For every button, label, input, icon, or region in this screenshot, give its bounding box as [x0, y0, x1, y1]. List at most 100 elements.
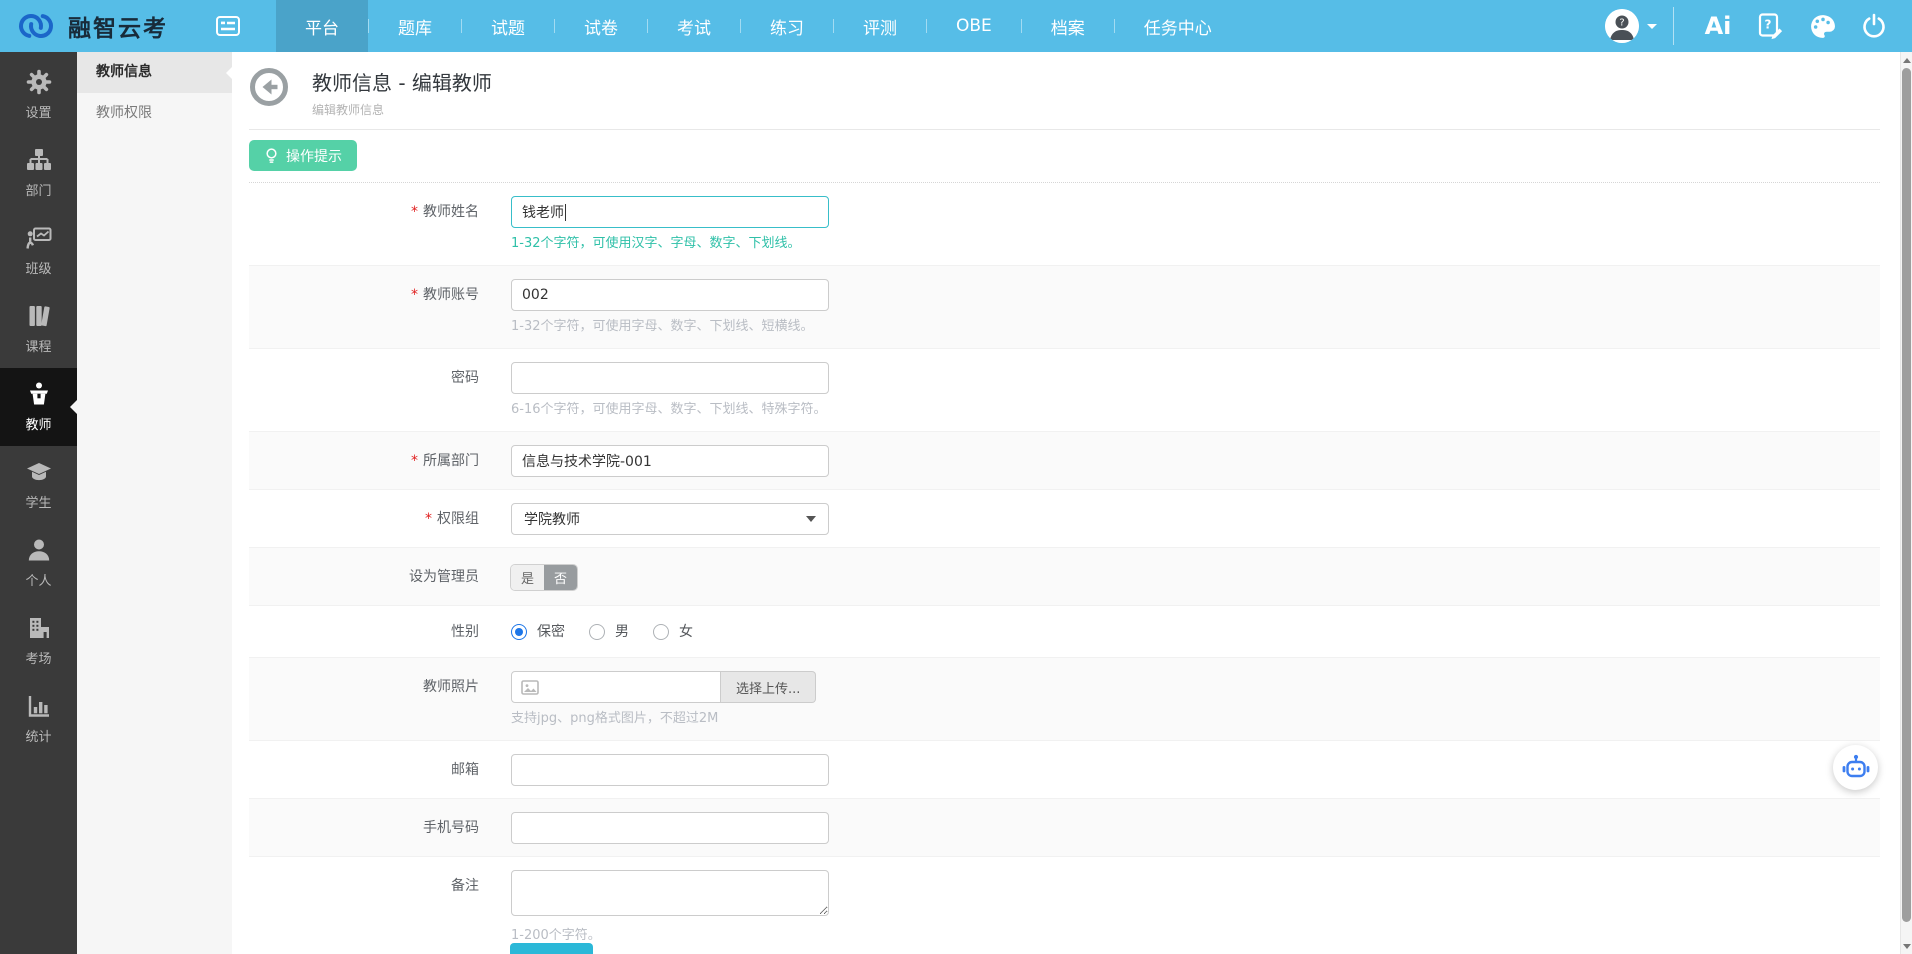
person-icon [26, 537, 52, 563]
gender-radio-secret[interactable] [511, 624, 527, 640]
field-helper-text: 1-32个字符，可使用汉字、字母、数字、下划线。 [511, 235, 829, 253]
field-label: *教师账号 [249, 279, 479, 336]
chevron-down-icon [1647, 24, 1657, 34]
secondary-sidebar: 教师信息 教师权限 [77, 52, 232, 954]
page-header: 教师信息 - 编辑教师 编辑教师信息 [232, 52, 1900, 118]
page-scrollbar[interactable] [1900, 52, 1912, 954]
sidebar-item-students[interactable]: 学生 [0, 446, 77, 524]
gear-icon [26, 69, 52, 95]
ai-robot-fab[interactable] [1833, 745, 1878, 790]
presentation-icon [26, 225, 52, 251]
form-row-account: *教师账号 1-32个字符，可使用字母、数字、下划线、短横线。 [249, 266, 1880, 349]
permission-group-select[interactable]: 学院教师 [511, 503, 829, 535]
menu-item-exams[interactable]: 考试 [648, 0, 740, 52]
sidebar-item-courses[interactable]: 课程 [0, 290, 77, 368]
form-row-teacher-name: *教师姓名 钱老师 1-32个字符，可使用汉字、字母、数字、下划线。 [249, 183, 1880, 266]
form-row-password: 密码 6-16个字符，可使用字母、数字、下划线、特殊字符。 [249, 349, 1880, 432]
sidebar-item-label: 部门 [25, 180, 51, 199]
graduation-cap-icon [26, 459, 52, 485]
sidebar-item-teachers[interactable]: 教师 [0, 368, 77, 446]
menu-item-platform[interactable]: 平台 [276, 0, 368, 52]
gender-radio-male[interactable] [589, 624, 605, 640]
main-content: 教师信息 - 编辑教师 编辑教师信息 操作提示 *教师姓名 [232, 52, 1900, 954]
sidebar-item-personal[interactable]: 个人 [0, 524, 77, 602]
logout-power-icon[interactable] [1848, 13, 1900, 39]
form-row-photo: 教师照片 选择上传... 支持jpg、png格式图片，不超过2M [249, 658, 1880, 741]
scrollbar-thumb[interactable] [1902, 68, 1911, 922]
menu-item-task-center[interactable]: 任务中心 [1115, 0, 1241, 52]
menu-item-question-bank[interactable]: 题库 [369, 0, 461, 52]
remark-textarea[interactable] [511, 870, 829, 916]
menu-item-practice[interactable]: 练习 [741, 0, 833, 52]
teacher-edit-form: *教师姓名 钱老师 1-32个字符，可使用汉字、字母、数字、下划线。 *教师账号… [249, 182, 1880, 954]
gender-option-label[interactable]: 女 [679, 619, 693, 645]
teacher-name-input[interactable]: 钱老师 [511, 196, 829, 228]
text-cursor [565, 204, 566, 221]
menu-item-papers[interactable]: 试卷 [555, 0, 647, 52]
choose-upload-button[interactable]: 选择上传... [721, 671, 816, 703]
menu-item-questions[interactable]: 试题 [462, 0, 554, 52]
collapse-menu-icon[interactable] [216, 16, 240, 36]
sidebar-item-departments[interactable]: 部门 [0, 134, 77, 212]
sidebar-item-classes[interactable]: 班级 [0, 212, 77, 290]
account-input[interactable] [511, 279, 829, 311]
form-row-admin-toggle: 设为管理员 是 否 [249, 548, 1880, 606]
photo-filename-field[interactable] [511, 671, 721, 703]
field-label: 手机号码 [249, 812, 479, 844]
department-input[interactable] [511, 445, 829, 477]
field-helper-text: 1-32个字符，可使用字母、数字、下划线、短横线。 [511, 318, 829, 336]
lightbulb-icon [264, 147, 279, 165]
sidebar-item-label: 学生 [25, 492, 51, 511]
sidebar-item-label: 个人 [25, 570, 51, 589]
theme-palette-icon[interactable] [1796, 13, 1848, 40]
sidebar-item-label: 考场 [25, 648, 51, 667]
form-row-department: *所属部门 [249, 432, 1880, 490]
sitemap-icon [26, 147, 52, 173]
sidebar-item-exam-rooms[interactable]: 考场 [0, 602, 77, 680]
books-icon [26, 303, 52, 329]
sidebar-item-label: 设置 [25, 102, 51, 121]
help-doc-icon[interactable]: ? [1744, 13, 1796, 40]
top-navbar: 融智云考 平台 题库 试题 试卷 考试 练习 评测 OBE [0, 0, 1912, 52]
sidebar-item-statistics[interactable]: 统计 [0, 680, 77, 758]
password-input[interactable] [511, 362, 829, 394]
menu-item-assessment[interactable]: 评测 [834, 0, 926, 52]
page-subtitle: 编辑教师信息 [312, 101, 492, 118]
gender-option-label[interactable]: 保密 [537, 619, 565, 645]
submenu-item-teacher-permissions[interactable]: 教师权限 [77, 93, 232, 134]
gender-option-label[interactable]: 男 [615, 619, 629, 645]
left-sidebar: 设置 部门 班级 [0, 52, 77, 954]
back-button[interactable] [249, 67, 289, 107]
brand[interactable]: 融智云考 [0, 8, 178, 44]
gender-radio-female[interactable] [653, 624, 669, 640]
sidebar-item-settings[interactable]: 设置 [0, 56, 77, 134]
scrollbar-up-arrow[interactable] [1901, 53, 1912, 67]
menu-item-archives[interactable]: 档案 [1022, 0, 1114, 52]
save-button-partial[interactable] [510, 943, 593, 954]
admin-toggle-no[interactable]: 否 [544, 565, 577, 590]
phone-input[interactable] [511, 812, 829, 844]
submenu-item-teacher-info[interactable]: 教师信息 [77, 52, 232, 93]
brand-title: 融智云考 [68, 9, 168, 43]
back-arrow-icon [249, 67, 289, 107]
required-marker: * [411, 453, 418, 469]
field-label: 性别 [249, 619, 479, 645]
avatar[interactable]: ? [1605, 9, 1639, 43]
field-label: 设为管理员 [249, 561, 479, 593]
field-label: 教师照片 [249, 671, 479, 728]
teacher-icon [26, 381, 52, 407]
admin-toggle-yes[interactable]: 是 [511, 565, 544, 590]
image-icon [521, 680, 539, 695]
user-avatar-menu[interactable]: ? [1605, 9, 1657, 43]
operation-tips-button[interactable]: 操作提示 [249, 140, 357, 171]
menu-item-obe[interactable]: OBE [927, 0, 1021, 52]
main-menu: 平台 题库 试题 试卷 考试 练习 评测 OBE 档案 任务中心 [276, 0, 1241, 52]
chevron-down-icon [806, 516, 816, 527]
field-helper-text: 6-16个字符，可使用字母、数字、下划线、特殊字符。 [511, 401, 829, 419]
scrollbar-down-arrow[interactable] [1901, 939, 1912, 953]
email-input[interactable] [511, 754, 829, 786]
field-helper-text: 支持jpg、png格式图片，不超过2M [511, 710, 816, 728]
ai-assistant-button[interactable]: Ai [1692, 12, 1744, 40]
field-label: *所属部门 [249, 445, 479, 477]
navbar-divider [1673, 7, 1674, 45]
